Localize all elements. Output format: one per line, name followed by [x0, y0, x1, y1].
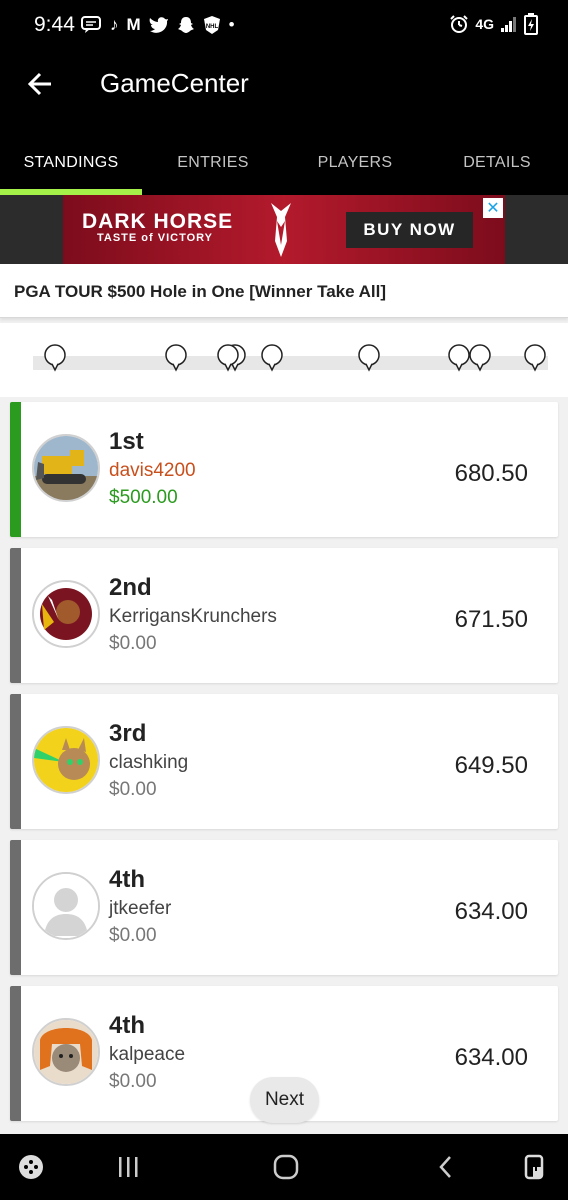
- ad-banner[interactable]: DARK HORSE TASTE of VICTORY BUY NOW: [63, 195, 505, 264]
- horse-logo-icon: [271, 203, 291, 257]
- standings-progress: [0, 323, 568, 397]
- signal-icon: [501, 17, 516, 32]
- bulldozer-avatar: [32, 434, 100, 502]
- score: 634.00: [454, 1044, 528, 1071]
- score: 634.00: [454, 898, 528, 925]
- username[interactable]: KerrigansKrunchers: [109, 606, 277, 628]
- screenshot-assist-button[interactable]: [518, 1150, 552, 1184]
- score: 680.50: [454, 460, 528, 487]
- tiktok-icon: ♪: [110, 15, 119, 34]
- tab-players[interactable]: PLAYERS: [284, 130, 426, 195]
- ad-tagline: TASTE of VICTORY: [97, 232, 214, 244]
- standings-row[interactable]: 3rd clashking $0.00 649.50: [10, 694, 558, 829]
- score: 671.50: [454, 606, 528, 633]
- system-icons: 4G: [449, 13, 538, 35]
- default-user-avatar: [32, 872, 100, 940]
- entry-marker[interactable]: [260, 344, 284, 372]
- game-launcher-button[interactable]: [14, 1150, 48, 1184]
- twitter-icon: [149, 17, 168, 33]
- rank-label: 2nd: [109, 574, 152, 601]
- svg-text:NHL: NHL: [206, 24, 219, 30]
- standings-row[interactable]: 2nd KerrigansKrunchers $0.00 671.50: [10, 548, 558, 683]
- alarm-icon: [450, 15, 469, 33]
- home-icon: [273, 1154, 299, 1180]
- rank-label: 3rd: [109, 720, 147, 747]
- tab-details[interactable]: DETAILS: [426, 130, 568, 195]
- back-arrow-icon: [27, 72, 51, 96]
- standings-row[interactable]: 1st davis4200 $500.00 680.50: [10, 402, 558, 537]
- tab-bar: STANDINGS ENTRIES PLAYERS DETAILS: [0, 130, 568, 195]
- contest-title: PGA TOUR $500 Hole in One [Winner Take A…: [14, 282, 387, 301]
- message-icon: [81, 16, 101, 33]
- dot-icon: •: [228, 15, 235, 34]
- tab-standings[interactable]: STANDINGS: [0, 130, 142, 195]
- network-4g-icon: 4G: [475, 16, 494, 32]
- entry-marker[interactable]: [216, 344, 240, 372]
- rank-label: 4th: [109, 866, 145, 893]
- prize-amount: $0.00: [109, 779, 157, 800]
- prize-amount: $0.00: [109, 633, 157, 654]
- entry-marker[interactable]: [357, 344, 381, 372]
- username[interactable]: jtkeefer: [109, 898, 171, 920]
- back-button[interactable]: [22, 66, 58, 102]
- score: 649.50: [454, 752, 528, 779]
- screenshot-assist-icon: [524, 1154, 544, 1180]
- battery-icon: [524, 13, 538, 35]
- entry-marker[interactable]: [43, 344, 67, 372]
- game-launcher-icon: [19, 1155, 43, 1179]
- snapchat-icon: [177, 17, 194, 33]
- username[interactable]: davis4200: [109, 460, 196, 482]
- entry-marker[interactable]: [523, 344, 547, 372]
- home-button[interactable]: [269, 1150, 303, 1184]
- tab-entries[interactable]: ENTRIES: [142, 130, 284, 195]
- entry-marker[interactable]: [468, 344, 492, 372]
- app-bar: GameCenter: [0, 52, 568, 130]
- cat-wig-avatar: [32, 1018, 100, 1086]
- mcdonalds-icon: M: [126, 15, 141, 34]
- prize-amount: $0.00: [109, 1071, 157, 1092]
- laser-cat-avatar: [32, 726, 100, 794]
- ad-brand: DARK HORSE: [82, 210, 234, 233]
- status-time: 9:44: [34, 13, 75, 36]
- entry-marker[interactable]: [164, 344, 188, 372]
- contest-header: PGA TOUR $500 Hole in One [Winner Take A…: [0, 264, 568, 318]
- prize-amount: $500.00: [109, 487, 178, 508]
- next-button[interactable]: Next: [250, 1077, 319, 1123]
- ad-close-icon[interactable]: ✕: [483, 198, 503, 218]
- recent-apps-button[interactable]: [111, 1150, 145, 1184]
- app-title: GameCenter: [100, 68, 249, 98]
- entry-marker[interactable]: [447, 344, 471, 372]
- redskins-logo-avatar: [32, 580, 100, 648]
- status-bar: 9:44 ♪ M NHL • 4G: [0, 0, 568, 52]
- back-icon: [439, 1156, 451, 1178]
- notification-icons: ♪ M NHL •: [80, 13, 235, 37]
- username[interactable]: clashking: [109, 752, 188, 774]
- rank-label: 1st: [109, 428, 144, 455]
- username[interactable]: kalpeace: [109, 1044, 185, 1066]
- rank-label: 4th: [109, 1012, 145, 1039]
- nav-back-button[interactable]: [429, 1150, 463, 1184]
- prize-amount: $0.00: [109, 925, 157, 946]
- nhl-icon: NHL: [203, 16, 220, 34]
- standings-row[interactable]: 4th jtkeefer $0.00 634.00: [10, 840, 558, 975]
- recent-apps-icon: [119, 1157, 138, 1177]
- buy-now-button[interactable]: BUY NOW: [346, 212, 473, 248]
- system-nav-bar: [0, 1134, 568, 1200]
